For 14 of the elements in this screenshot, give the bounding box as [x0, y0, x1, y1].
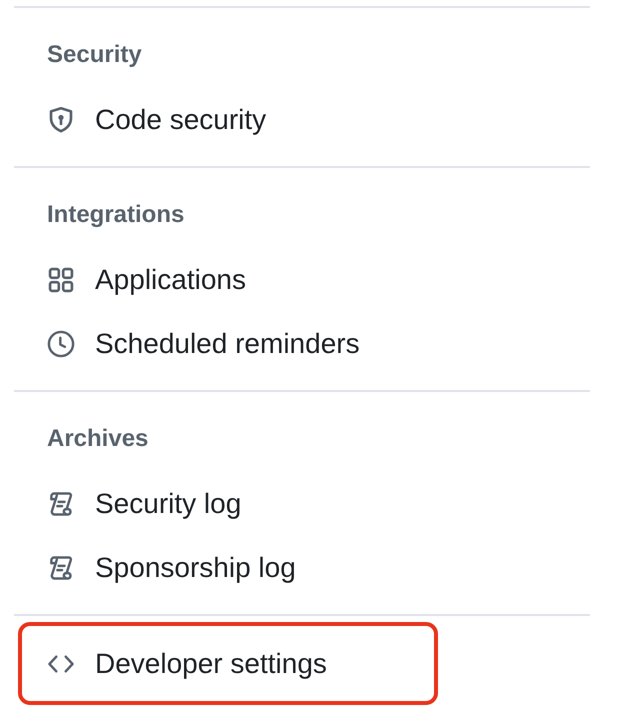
scroll-icon: [47, 554, 75, 582]
section-heading: Archives: [47, 424, 148, 454]
sidebar-link[interactable]: Scheduled reminders: [18, 312, 438, 376]
sidebar-link[interactable]: Applications: [18, 248, 438, 312]
section-heading: Security: [47, 40, 142, 70]
sidebar-link[interactable]: Code security: [18, 88, 438, 152]
scroll-icon: [47, 490, 75, 518]
sidebar-link[interactable]: Sponsorship log: [18, 536, 438, 600]
shield-lock-icon: [47, 106, 75, 134]
sidebar-link[interactable]: Security log: [18, 472, 438, 536]
grid-icon: [47, 266, 75, 294]
sidebar-link[interactable]: Developer settings: [18, 622, 438, 705]
section-heading: Integrations: [47, 200, 184, 230]
clock-icon: [47, 330, 75, 358]
